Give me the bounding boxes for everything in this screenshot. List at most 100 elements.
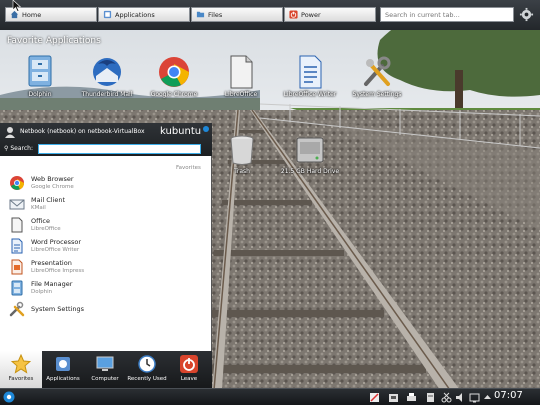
thunderbird-icon xyxy=(93,58,121,86)
power-icon xyxy=(180,355,198,373)
mail-icon xyxy=(9,199,25,210)
menu-item-subtitle: LibreOffice Impress xyxy=(31,268,85,274)
tab-label: Home xyxy=(22,10,42,19)
menu-item-web-browser[interactable]: Web Browser Google Chrome xyxy=(6,173,206,193)
scissors-icon[interactable] xyxy=(441,392,452,403)
search-label-text: Search: xyxy=(10,145,33,152)
menu-item-title: System Settings xyxy=(31,305,84,313)
favorite-app-label: LibreOffice Writer xyxy=(283,91,337,98)
computer-icon xyxy=(96,356,114,371)
menu-item-title: File Manager xyxy=(31,280,73,288)
notification-icon[interactable] xyxy=(369,392,380,403)
star-icon xyxy=(11,354,31,374)
menu-tab-applications[interactable]: Applications xyxy=(42,351,84,388)
clock[interactable]: 07:07 xyxy=(494,390,523,401)
bottom-panel: 07:07 xyxy=(0,388,540,405)
tab-applications[interactable]: Applications xyxy=(98,7,190,22)
favorites-title: Favorite Applications xyxy=(7,36,101,46)
tab-files[interactable]: Files xyxy=(191,7,283,22)
network-icon[interactable] xyxy=(469,392,480,403)
printer-icon[interactable] xyxy=(406,392,417,403)
menu-header: Netbook (netbook) on netbook-VirtualBox … xyxy=(0,123,212,156)
favorite-app-dolphin[interactable]: Dolphin xyxy=(10,54,70,98)
kubuntu-launcher-icon[interactable] xyxy=(3,391,15,403)
favorites-section-label: Favorites xyxy=(176,165,201,171)
chrome-icon xyxy=(159,57,189,87)
menu-item-title: Mail Client xyxy=(31,196,66,204)
favorite-app-libreoffice[interactable]: LibreOffice xyxy=(211,54,271,98)
favorite-app-system-settings[interactable]: System Settings xyxy=(347,54,407,98)
tab-label: Files xyxy=(208,10,223,19)
mouse-cursor-icon xyxy=(12,0,22,12)
menu-tab-recently-used[interactable]: Recently Used xyxy=(126,351,168,388)
user-avatar-icon xyxy=(5,127,15,138)
kubuntu-logo-mark xyxy=(203,126,209,132)
menu-item-title: Presentation xyxy=(31,259,72,267)
menu-tab-computer[interactable]: Computer xyxy=(84,351,126,388)
menu-tab-favorites[interactable]: Favorites xyxy=(0,351,42,388)
trash-icon xyxy=(230,135,254,165)
favorite-app-thunderbird[interactable]: Thunderbird Mail xyxy=(77,54,137,98)
tab-label: Applications xyxy=(115,10,155,19)
menu-item-word-processor[interactable]: Word Processor LibreOffice Writer xyxy=(6,236,206,256)
trash-label: Trash xyxy=(234,168,250,175)
applications-icon xyxy=(56,357,70,371)
dolphin-icon xyxy=(11,280,23,296)
power-icon xyxy=(289,10,298,19)
impress-icon xyxy=(11,259,23,275)
favorite-app-label: System Settings xyxy=(352,91,402,98)
kubuntu-logo: kubuntu xyxy=(160,126,202,137)
settings-icon xyxy=(9,301,25,317)
favorite-app-label: LibreOffice xyxy=(224,91,258,98)
user-info: Netbook (netbook) on netbook-VirtualBox xyxy=(20,128,145,135)
menu-item-subtitle: LibreOffice xyxy=(31,226,61,232)
menu-item-mail-client[interactable]: Mail Client KMail xyxy=(6,194,206,214)
desktop-hard-drive[interactable]: 21.5 GB Hard Drive xyxy=(280,134,340,175)
hard-drive-icon xyxy=(296,137,324,163)
menu-item-file-manager[interactable]: File Manager Dolphin xyxy=(6,278,206,298)
menu-item-office[interactable]: Office LibreOffice xyxy=(6,215,206,235)
tab-power[interactable]: Power xyxy=(284,7,376,22)
writer-icon xyxy=(299,55,322,89)
writer-icon xyxy=(11,238,23,254)
desktop-trash[interactable]: Trash xyxy=(222,134,262,175)
menu-item-title: Office xyxy=(31,217,50,225)
clock-icon xyxy=(138,355,156,373)
menu-item-presentation[interactable]: Presentation LibreOffice Impress xyxy=(6,257,206,277)
clipboard-icon[interactable] xyxy=(425,392,436,403)
menu-tab-label: Leave xyxy=(180,376,198,382)
gear-icon[interactable] xyxy=(519,7,534,22)
tab-label: Power xyxy=(301,10,321,19)
menu-item-subtitle: Dolphin xyxy=(31,289,53,295)
menu-item-subtitle: LibreOffice Writer xyxy=(31,247,80,253)
expand-tray-arrow-icon[interactable] xyxy=(482,392,493,403)
menu-tab-label: Favorites xyxy=(8,376,34,382)
favorite-app-label: Dolphin xyxy=(28,91,52,98)
menu-item-subtitle: Google Chrome xyxy=(31,184,74,190)
chrome-icon xyxy=(10,176,24,190)
dolphin-icon xyxy=(28,55,52,87)
menu-search-label: ⚲ Search: xyxy=(4,145,33,152)
volume-icon[interactable] xyxy=(455,392,466,403)
device-notifier-icon[interactable] xyxy=(388,392,399,403)
libreoffice-icon xyxy=(230,55,253,89)
menu-item-title: Word Processor xyxy=(31,238,82,246)
application-launcher-menu: Netbook (netbook) on netbook-VirtualBox … xyxy=(0,123,212,388)
favorite-app-label: Thunderbird Mail xyxy=(81,91,133,98)
libreoffice-icon xyxy=(11,217,23,233)
hard-drive-label: 21.5 GB Hard Drive xyxy=(280,168,340,175)
menu-tab-label: Applications xyxy=(46,376,80,382)
menu-item-subtitle: KMail xyxy=(31,205,46,211)
menu-tab-label: Computer xyxy=(91,376,119,382)
menu-tab-leave[interactable]: Leave xyxy=(168,351,210,388)
applications-icon xyxy=(103,10,112,19)
menu-tab-bar: Favorites Applications Computer Recently… xyxy=(0,351,212,388)
favorite-app-chrome[interactable]: Google Chrome xyxy=(144,54,204,98)
menu-search-input[interactable] xyxy=(38,144,201,154)
menu-item-title: Web Browser xyxy=(31,175,74,183)
favorite-app-writer[interactable]: LibreOffice Writer xyxy=(280,54,340,98)
folder-icon xyxy=(196,11,205,18)
settings-icon xyxy=(364,56,391,86)
menu-item-system-settings[interactable]: System Settings xyxy=(6,299,206,319)
search-input[interactable] xyxy=(380,7,514,22)
